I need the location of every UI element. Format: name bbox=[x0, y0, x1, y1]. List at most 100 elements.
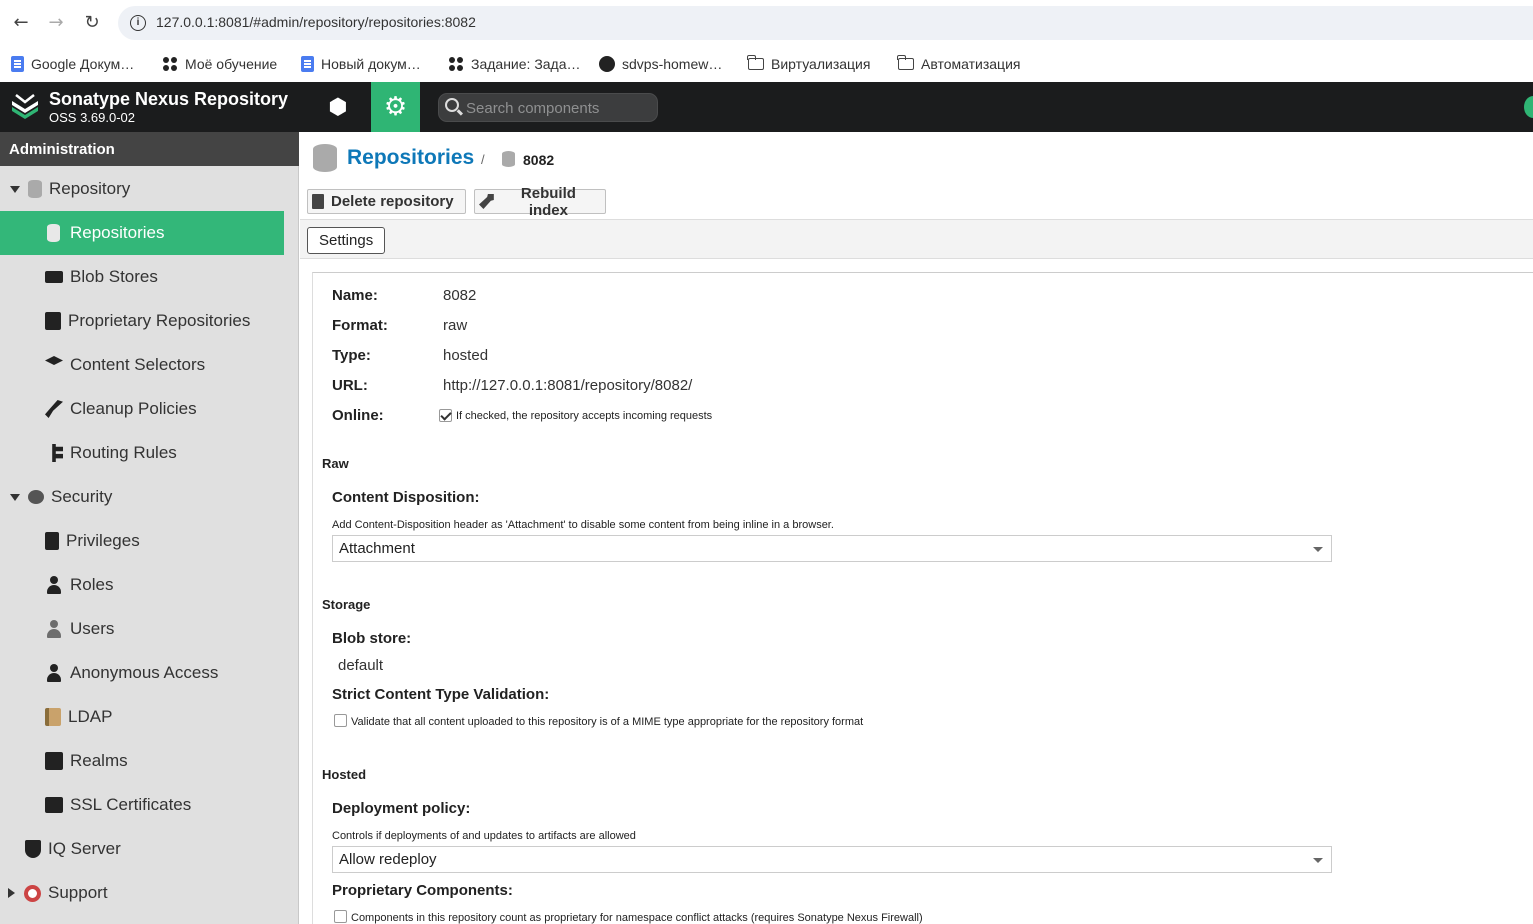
delete-repository-button[interactable]: Delete repository bbox=[307, 189, 466, 214]
proprietary-components-hint: Components in this repository count as p… bbox=[351, 912, 923, 924]
user-icon bbox=[45, 664, 63, 682]
sidebar-group-security[interactable]: Security bbox=[10, 475, 290, 519]
breadcrumb-separator: / bbox=[481, 152, 485, 167]
chevron-down-icon bbox=[1313, 858, 1323, 863]
button-label: Delete repository bbox=[331, 193, 454, 210]
section-raw: Raw bbox=[322, 456, 349, 471]
online-label: Online: bbox=[332, 407, 384, 424]
sidebar-item-privileges[interactable]: Privileges bbox=[45, 519, 140, 563]
app-header: Sonatype Nexus Repository OSS 3.69.0-02 … bbox=[0, 82, 1533, 132]
chevron-down-icon bbox=[1313, 547, 1323, 552]
back-arrow-icon[interactable]: ← bbox=[10, 12, 32, 34]
collapse-caret-icon[interactable] bbox=[8, 888, 15, 898]
search-input[interactable] bbox=[466, 97, 651, 119]
expand-caret-icon[interactable] bbox=[10, 493, 20, 501]
browser-toolbar: ← → ↻ i 127.0.0.1:8081/#admin/repository… bbox=[0, 0, 1533, 46]
content-disposition-hint: Add Content-Disposition header as 'Attac… bbox=[332, 519, 834, 531]
search-box[interactable] bbox=[438, 93, 658, 122]
sidebar-group-label: Security bbox=[51, 487, 113, 506]
sidebar-item-ssl-certificates[interactable]: SSL Certificates bbox=[45, 783, 191, 827]
sidebar-item-repositories[interactable]: Repositories bbox=[0, 211, 284, 255]
section-storage: Storage bbox=[322, 597, 371, 612]
sidebar-item-label: Support bbox=[48, 883, 108, 902]
forward-arrow-icon[interactable]: → bbox=[45, 12, 67, 34]
browse-cube-icon[interactable]: ⬢ bbox=[314, 82, 362, 132]
bookmark-item[interactable]: Автоматизация bbox=[897, 52, 1021, 76]
expand-caret-icon[interactable] bbox=[10, 185, 20, 193]
deployment-policy-hint: Controls if deployments of and updates t… bbox=[332, 830, 636, 842]
bookmark-label: Автоматизация bbox=[921, 56, 1021, 72]
sidebar-group-support[interactable]: Support bbox=[8, 871, 288, 915]
strict-validation-checkbox[interactable] bbox=[334, 714, 347, 727]
name-value: 8082 bbox=[443, 287, 477, 304]
sidebar-group-label: Repository bbox=[49, 179, 131, 198]
signpost-icon bbox=[52, 444, 63, 462]
proprietary-components-checkbox[interactable] bbox=[334, 910, 347, 923]
trash-icon bbox=[312, 194, 324, 209]
certificate-icon bbox=[45, 797, 63, 813]
sidebar-item-blob-stores[interactable]: Blob Stores bbox=[45, 255, 158, 299]
url-text[interactable]: 127.0.0.1:8081/#admin/repository/reposit… bbox=[156, 14, 476, 30]
sidebar-item-realms[interactable]: Realms bbox=[45, 739, 128, 783]
sidebar-item-label: Realms bbox=[70, 751, 128, 770]
address-bar[interactable]: i 127.0.0.1:8081/#admin/repository/repos… bbox=[118, 6, 1533, 40]
bookmark-item[interactable]: Моё обучение bbox=[163, 52, 277, 76]
sidebar-item-routing-rules[interactable]: Routing Rules bbox=[45, 431, 177, 475]
sidebar-item-anonymous-access[interactable]: Anonymous Access bbox=[45, 651, 218, 695]
sidebar-item-ldap[interactable]: LDAP bbox=[45, 695, 112, 739]
strict-validation-label: Strict Content Type Validation: bbox=[332, 686, 550, 703]
sidebar-item-label: Privileges bbox=[66, 531, 140, 550]
app-version: OSS 3.69.0-02 bbox=[49, 110, 135, 125]
sidebar-item-label: Repositories bbox=[70, 223, 165, 242]
type-label: Type: bbox=[332, 347, 371, 364]
bookmark-item[interactable]: sdvps-homew… bbox=[599, 52, 722, 76]
deployment-policy-label: Deployment policy: bbox=[332, 800, 471, 817]
main-content: Repositories / 8082 Delete repository Re… bbox=[300, 132, 1533, 924]
lifebuoy-icon bbox=[24, 884, 41, 902]
admin-gear-icon[interactable]: ⚙ bbox=[371, 82, 420, 132]
bookmark-item[interactable]: Задание: Зада… bbox=[449, 52, 581, 76]
content-disposition-select[interactable]: Attachment bbox=[332, 535, 1332, 562]
sidebar-item-label: Roles bbox=[70, 575, 114, 594]
folder-icon bbox=[747, 55, 764, 70]
sidebar-item-content-selectors[interactable]: Content Selectors bbox=[45, 343, 205, 387]
sidebar-item-label: Content Selectors bbox=[70, 355, 206, 374]
deployment-policy-select[interactable]: Allow redeploy bbox=[332, 846, 1332, 873]
github-icon bbox=[599, 56, 615, 72]
type-value: hosted bbox=[443, 347, 489, 364]
url-value[interactable]: http://127.0.0.1:8081/repository/8082/ bbox=[443, 377, 692, 394]
sidebar-item-users[interactable]: Users bbox=[45, 607, 114, 651]
database-icon bbox=[313, 144, 337, 172]
sidebar-item-cleanup-policies[interactable]: Cleanup Policies bbox=[45, 387, 197, 431]
blob-store-label: Blob store: bbox=[332, 630, 412, 647]
app-title[interactable]: Sonatype Nexus Repository bbox=[49, 89, 288, 110]
bookmark-item[interactable]: Google Докум… bbox=[11, 52, 134, 76]
name-label: Name: bbox=[332, 287, 378, 304]
sidebar-group-repository[interactable]: Repository bbox=[10, 167, 290, 211]
bookmark-item[interactable]: Новый докум… bbox=[301, 52, 421, 76]
breadcrumb-root[interactable]: Repositories bbox=[347, 146, 474, 170]
site-info-icon[interactable]: i bbox=[130, 15, 146, 31]
layers-icon bbox=[45, 356, 63, 365]
online-checkbox[interactable] bbox=[439, 409, 452, 422]
users-icon bbox=[45, 620, 63, 638]
sidebar-item-proprietary[interactable]: Proprietary Repositories bbox=[45, 299, 250, 343]
settings-form: Name: 8082 Format: raw Type: hosted URL:… bbox=[312, 272, 1533, 924]
button-label: Rebuild index bbox=[520, 184, 576, 219]
database-icon bbox=[47, 224, 60, 242]
bookmarks-bar: Google Докум… Моё обучение Новый докум… … bbox=[0, 46, 1533, 82]
bookmark-label: Google Докум… bbox=[31, 56, 135, 72]
id-badge-icon bbox=[45, 532, 59, 550]
tab-settings[interactable]: Settings bbox=[307, 227, 386, 254]
sidebar-item-label: LDAP bbox=[68, 707, 113, 726]
sidebar-item-roles[interactable]: Roles bbox=[45, 563, 113, 607]
proprietary-components-label: Proprietary Components: bbox=[332, 882, 513, 899]
reload-icon[interactable]: ↻ bbox=[81, 12, 103, 34]
broom-icon bbox=[45, 400, 63, 418]
bookmark-item[interactable]: Виртуализация bbox=[747, 52, 870, 76]
sidebar-item-iq-server[interactable]: IQ Server bbox=[25, 827, 121, 871]
rebuild-index-button[interactable]: Rebuild index bbox=[474, 185, 606, 219]
user-gear-icon bbox=[45, 576, 63, 594]
doc-icon bbox=[301, 56, 314, 72]
tab-strip: Settings bbox=[300, 219, 1533, 259]
